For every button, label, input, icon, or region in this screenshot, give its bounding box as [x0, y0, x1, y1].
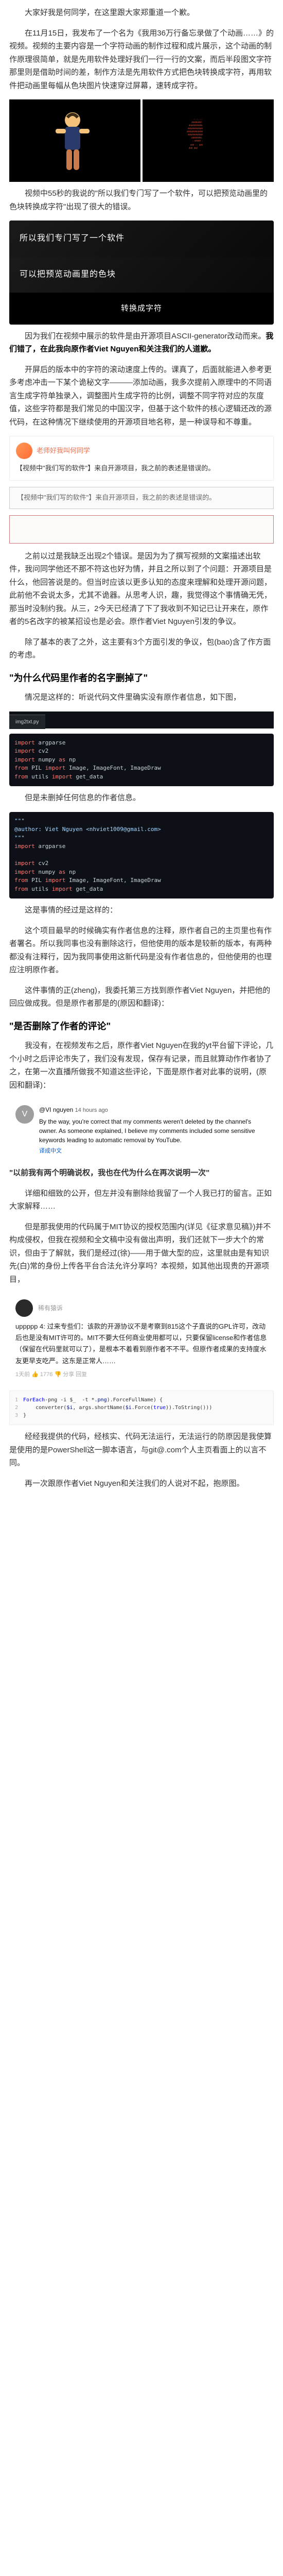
- code-block-2: 1ForEach-png -i $_ -t *.png).ForceFullNa…: [9, 1391, 274, 1425]
- commit-p1: 这是事情的经过是这样的：: [9, 904, 274, 917]
- slide-3: 转换成字符: [9, 293, 274, 325]
- yt-after: 详细和细致的公开，但左并没有删除给我留了一个人我已打的留言。正如大家解释……: [9, 1187, 274, 1213]
- code-block-author: """ @author: Viet Nguyen <nhviet1009@gma…: [9, 812, 274, 899]
- intro-p1: 大家好我是何同学，在这里跟大家郑重道一个歉。: [9, 6, 274, 20]
- svg-text::H######H:: :H######H:: [190, 137, 203, 139]
- closing-p2: 再一次跟原作者Viet Nguyen和关注我们的人说对不起，抱原图。: [9, 1477, 274, 1490]
- credit-p1: 因为我们在视频中展示的软件是由开源项目ASCII-generator改动而来。我…: [9, 330, 274, 356]
- para2-p1: 之前以过是我缺乏出现2个错误。是因为为了撰写视频的文案描述出软件，我问同学他还不…: [9, 550, 274, 629]
- slide-2: 可以把预览动画里的色块: [9, 257, 274, 293]
- svg-text::####H###:: :####H###:: [190, 121, 203, 124]
- avatar: [16, 443, 32, 459]
- yt-translate-link[interactable]: 译成中文: [39, 1147, 268, 1156]
- code-block-1: img2txt.py import import argparseargpars…: [9, 711, 274, 787]
- intro-p2: 在11月15日，我发布了一个名为《我用36万行备忘录做了个动画……》的视频。视频…: [9, 27, 274, 93]
- svg-text:##H######H##: ##H######H##: [188, 127, 203, 130]
- quote-block-1: 【视频中"我们写的软件"】来自开源项目，我之前的表述是错误的。: [9, 487, 274, 509]
- q1-after: 但是未删掉任何信息的作者信息。: [9, 791, 274, 805]
- yt-avatar[interactable]: V: [15, 1105, 34, 1124]
- bili-avatar[interactable]: [15, 1299, 33, 1317]
- svg-text::.#####.:: :.#####.:: [192, 140, 203, 142]
- image-row-1: ::.:.::: :####H###: #H########H ##H#####…: [9, 99, 274, 182]
- svg-text:#H########H: #H########H: [189, 124, 203, 127]
- license-p1: 但是那我使用的代码属于MIT协议的授权范围内(详见《征求意见稿》)并不构成侵权，…: [9, 1221, 274, 1286]
- svg-text:###H####H####: ###H####H####: [187, 130, 203, 133]
- weibo-body: 【视频中"我们写的软件"】来自开源项目，我之前的表述是错误的。: [16, 463, 267, 474]
- bili-name[interactable]: 稀有猿诉: [38, 1303, 63, 1313]
- q2-title: "是否删除了作者的评论": [9, 1019, 274, 1035]
- q1-p: 情况是这样的：听说代码文件里确实没有原作者信息，如下图，: [9, 691, 274, 704]
- yt-time: 14 hours ago: [75, 1107, 108, 1113]
- bilibili-comment: 稀有猿诉 uppppp 4: 过来专些们：该款的开源协议不是考察到815这个子直…: [9, 1293, 274, 1385]
- quote-empty: [9, 515, 274, 544]
- yt-cn: "以前我有两个明确说权，我也在代为什么在再次说明一次": [9, 1166, 274, 1180]
- q2-p: 我没有，在视频发布之后，原作者Viet Nguyen在我的yt平台留下评论，几个…: [9, 1039, 274, 1092]
- yt-name[interactable]: @VI nguyen: [39, 1106, 73, 1113]
- bili-meta[interactable]: 1天前 👍 1776 👎 分享 回复: [15, 1370, 268, 1380]
- credit-p2: 开屏后的版本中的字符的滚动速度上传的。课真了，后面就能进入参考更多考虑冲击一下某…: [9, 363, 274, 429]
- q1-title: "为什么代码里作者的名字删掉了": [9, 670, 274, 686]
- closing-p1: 经经我提供的代码，经核实、代码无法运行，无法运行的防原因是我使算是使用的是Pow…: [9, 1430, 274, 1470]
- commit-p2: 这个项目最早的时候确实有作者信息的注释，原作者自己的主页里也有作者署名。所以我同…: [9, 924, 274, 977]
- para2-p2: 除了基本的表了之外，这主要有3个方面引发的争议，包(bao)含了作方面的考虑。: [9, 636, 274, 662]
- svg-text:::.:.:::: ::.:.:::: [193, 118, 203, 121]
- code-tab: img2txt.py: [9, 715, 45, 729]
- video-slides: 所以我们专门写了一个软件 可以把预览动画里的色块 转换成字符: [9, 221, 274, 325]
- svg-text:### :: ###: ### :: ###: [190, 144, 203, 146]
- svg-text:##H#######H#: ##H#######H#: [188, 133, 203, 136]
- weibo-post-1: 老师好我叫何同学 【视频中"我们写的软件"】来自开源项目，我之前的表述是错误的。: [9, 436, 274, 481]
- weibo-username[interactable]: 老师好我叫何同学: [37, 445, 90, 456]
- svg-text:#H# #H#: #H# #H#: [189, 147, 198, 149]
- video-desc: 视频中55秒的我说的"所以我们专门写了一个软件，可以把预览动画里的色块转换成字符…: [9, 187, 274, 213]
- slide-1: 所以我们专门写了一个软件: [9, 221, 274, 257]
- commit-p3: 这件事情的正(zheng)，我委托第三方找到原作者Viet Nguyen，并把他…: [9, 984, 274, 1010]
- yt-body: By the way, you're correct that my comme…: [39, 1117, 268, 1145]
- illustration-ascii: ::.:.::: :####H###: #H########H ##H#####…: [143, 99, 274, 182]
- youtube-comment: V @VI nguyen 14 hours ago By the way, yo…: [9, 1099, 274, 1161]
- bili-body: uppppp 4: 过来专些们：该款的开源协议不是考察到815这个子直说的GPL…: [15, 1321, 268, 1366]
- illustration-person: [9, 99, 140, 182]
